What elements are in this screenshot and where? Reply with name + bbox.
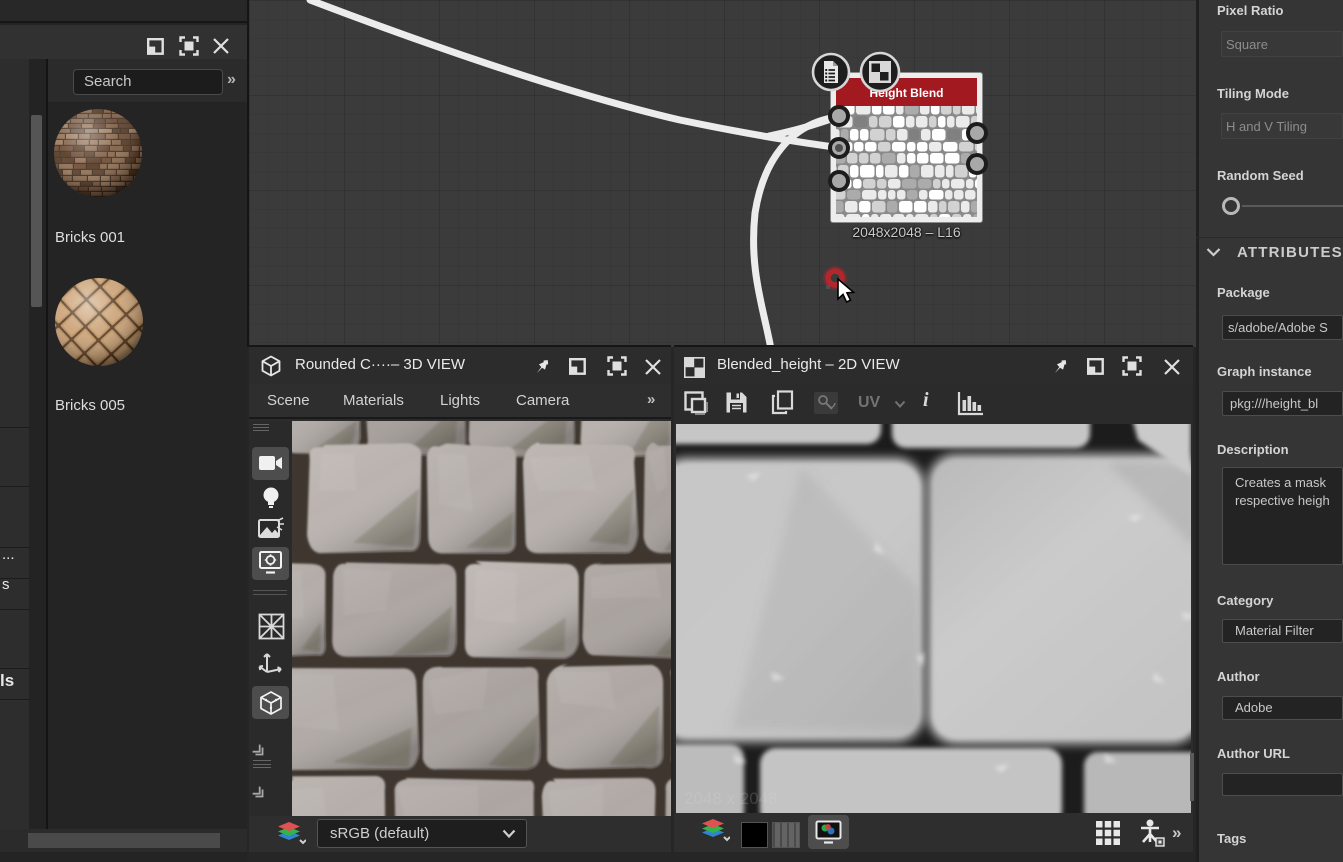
svg-text:2048 x 2048: 2048 x 2048 (684, 789, 778, 808)
